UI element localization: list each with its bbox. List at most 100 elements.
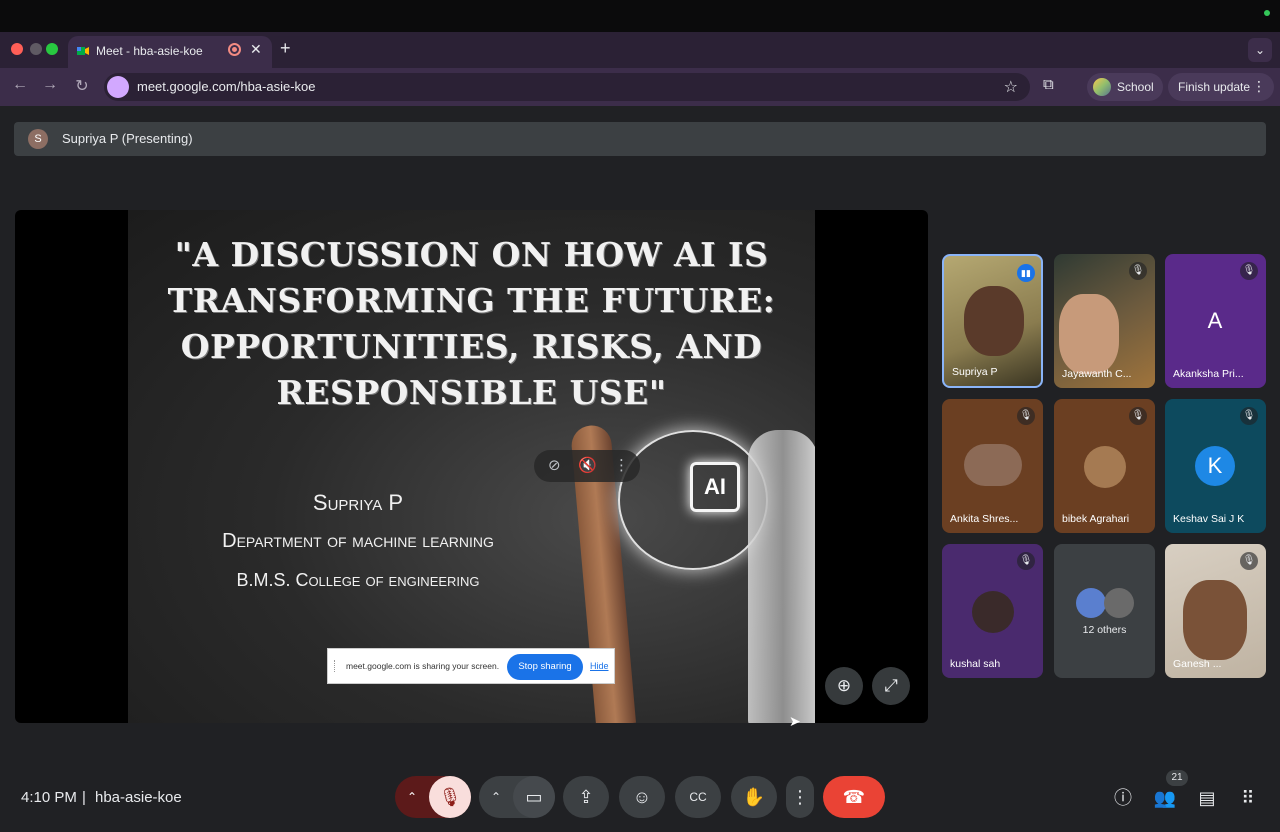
mute-tile-icon[interactable]: 🔇: [578, 456, 597, 474]
drag-handle[interactable]: [334, 660, 336, 672]
mouse-cursor-icon: ➤: [789, 713, 801, 729]
site-info-icon[interactable]: [107, 76, 129, 98]
tab-title: Meet - hba-asie-koe: [96, 44, 203, 58]
participant-avatar: [972, 591, 1014, 633]
presentation-stage[interactable]: "A discussion on how AI is transforming …: [15, 210, 928, 723]
finish-update-button[interactable]: Finish update ⋮: [1168, 73, 1274, 101]
participant-name: Jayawanth C...: [1062, 368, 1132, 380]
apps-icon[interactable]: ⠿: [1236, 786, 1260, 810]
participant-tile[interactable]: 🎙 Ganesh ...: [1165, 544, 1266, 678]
participant-video: [1183, 580, 1247, 660]
slide-title: "A discussion on how AI is transforming …: [158, 232, 785, 416]
participant-video: [1059, 294, 1119, 374]
screen-share-notice: meet.google.com is sharing your screen. …: [327, 648, 615, 684]
tab-search-button[interactable]: ⌄: [1248, 38, 1272, 62]
mic-off-icon[interactable]: 🎙: [429, 776, 471, 818]
status-dot: [1264, 10, 1270, 16]
back-icon[interactable]: ←: [9, 76, 31, 94]
robot-hand-graphic: [748, 430, 815, 723]
participant-avatar: [1104, 588, 1134, 618]
browser-tab[interactable]: Meet - hba-asie-koe ✕: [68, 36, 272, 68]
clock-time: 4:10 PM: [21, 789, 77, 806]
reload-icon[interactable]: ↻: [71, 76, 93, 96]
microphone-control: ⌃ 🎙: [395, 776, 471, 818]
mic-off-icon: 🎙: [1017, 407, 1035, 425]
raise-hand-icon[interactable]: ✋: [731, 776, 777, 818]
zoom-window-button[interactable]: [46, 43, 58, 55]
slide-department: Department of machine learning: [222, 530, 494, 552]
divider: |: [82, 789, 86, 806]
participant-avatar: [1076, 588, 1106, 618]
mic-off-icon: 🎙: [1129, 262, 1147, 280]
participant-name: kushal sah: [950, 658, 1001, 670]
presenting-bar: S Supriya P (Presenting): [14, 122, 1266, 156]
profile-button[interactable]: School: [1087, 73, 1163, 101]
people-icon[interactable]: 👥: [1153, 786, 1177, 810]
participant-avatar: [964, 444, 1022, 486]
participant-name: Keshav Sai J K: [1173, 513, 1245, 525]
mic-off-icon: 🎙: [1240, 407, 1258, 425]
participant-count-badge: 21: [1166, 770, 1188, 786]
video-options-chevron-icon[interactable]: ⌃: [479, 776, 513, 818]
mic-off-icon: 🎙: [1129, 407, 1147, 425]
slide-presenter: Supriya P: [312, 490, 404, 515]
end-call-icon[interactable]: ☎: [823, 776, 885, 818]
slide-title-line: responsible use": [276, 373, 667, 412]
tile-more-icon[interactable]: ⋮: [614, 456, 629, 474]
address-bar[interactable]: meet.google.com/hba-asie-koe ☆: [104, 73, 1030, 101]
slide-college: B.M.S. College of engineering: [236, 570, 480, 590]
recording-icon: [228, 43, 241, 56]
url-text: meet.google.com/hba-asie-koe: [137, 79, 316, 94]
participant-tile[interactable]: 🎙 Jayawanth C...: [1054, 254, 1155, 388]
others-count: 12 others: [1082, 624, 1127, 636]
audio-options-chevron-icon[interactable]: ⌃: [395, 776, 429, 818]
participant-name: Akanksha Pri...: [1173, 368, 1244, 380]
meet-favicon-icon: [77, 47, 89, 55]
system-menubar: [0, 0, 1280, 32]
speaking-icon: ▮▮: [1017, 264, 1035, 282]
participant-tile[interactable]: ▮▮ Supriya P: [942, 254, 1043, 388]
profile-label: School: [1117, 80, 1154, 94]
ai-chip-graphic: AI: [690, 462, 740, 512]
hide-link[interactable]: Hide: [590, 661, 609, 671]
participant-tile[interactable]: 🎙 kushal sah: [942, 544, 1043, 678]
new-tab-button[interactable]: +: [280, 38, 291, 59]
info-icon[interactable]: ⓘ: [1111, 786, 1135, 810]
participant-initial: A: [1207, 308, 1223, 333]
slide-title-line: opportunities, risks, and: [180, 327, 763, 366]
participant-video: [964, 286, 1024, 356]
chat-icon[interactable]: ▤: [1195, 786, 1219, 810]
mic-off-icon: 🎙: [1017, 552, 1035, 570]
stop-sharing-button[interactable]: Stop sharing: [507, 654, 583, 680]
forward-icon[interactable]: →: [39, 76, 61, 94]
participant-avatar: [1084, 446, 1126, 488]
extensions-icon[interactable]: ⧉: [1043, 76, 1054, 93]
participant-name: Ankita Shres...: [950, 513, 1019, 525]
minimize-window-button[interactable]: [30, 43, 42, 55]
mic-off-icon: 🎙: [1240, 262, 1258, 280]
captions-icon[interactable]: CC: [675, 776, 721, 818]
participant-name: Ganesh ...: [1173, 658, 1222, 670]
participant-tile[interactable]: 🎙 Ankita Shres...: [942, 399, 1043, 533]
present-icon[interactable]: ⇪: [563, 776, 609, 818]
bookmark-star-icon[interactable]: ☆: [1004, 77, 1018, 97]
more-icon[interactable]: ⋮: [786, 776, 814, 818]
emoji-icon[interactable]: ☺: [619, 776, 665, 818]
participant-name: bibek Agrahari: [1062, 513, 1130, 525]
participant-tile[interactable]: A 🎙 Akanksha Pri...: [1165, 254, 1266, 388]
participant-initial: K: [1195, 446, 1235, 486]
fullscreen-icon[interactable]: ⤢: [872, 667, 910, 705]
camera-control: ⌃ ▭: [479, 776, 555, 818]
share-message: meet.google.com is sharing your screen.: [346, 661, 500, 671]
browser-menu-icon[interactable]: ⋮: [1252, 78, 1266, 95]
mic-off-icon: 🎙: [1240, 552, 1258, 570]
zoom-icon[interactable]: ⊕: [825, 667, 863, 705]
participant-tile[interactable]: 12 others: [1054, 544, 1155, 678]
participant-tile[interactable]: K 🎙 Keshav Sai J K: [1165, 399, 1266, 533]
participant-tile[interactable]: 🎙 bibek Agrahari: [1054, 399, 1155, 533]
camera-icon[interactable]: ▭: [513, 776, 555, 818]
presenting-label: Supriya P (Presenting): [62, 131, 193, 146]
close-window-button[interactable]: [11, 43, 23, 55]
unpin-icon[interactable]: ⊘: [548, 456, 561, 474]
close-tab-icon[interactable]: ✕: [250, 41, 262, 58]
